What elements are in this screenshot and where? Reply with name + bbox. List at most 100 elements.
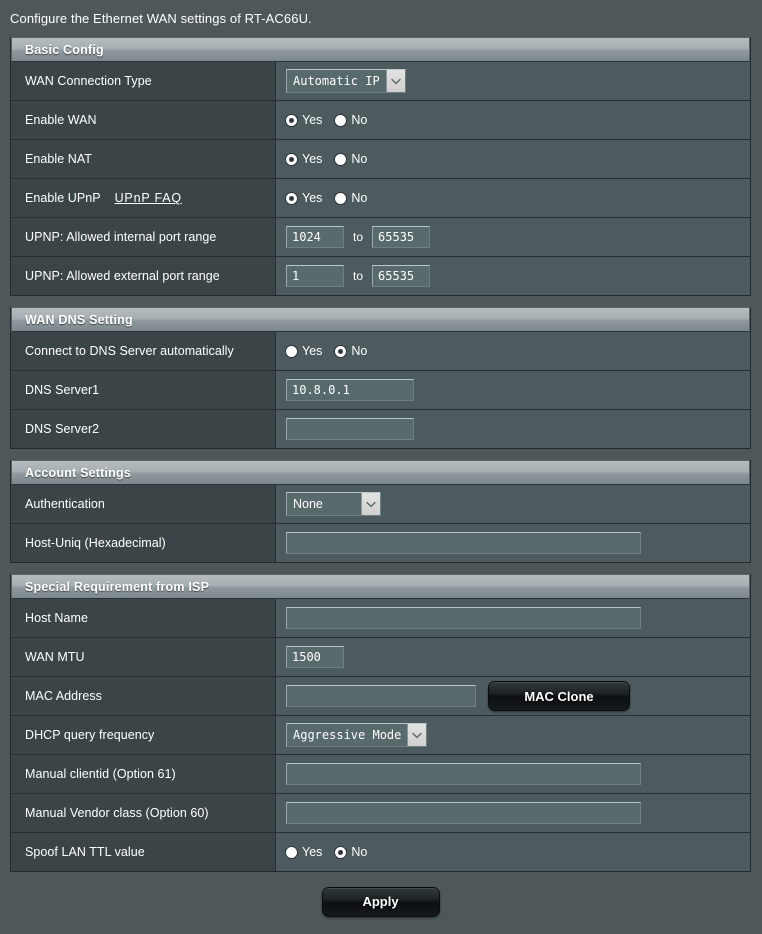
connect-dns-yes-label: Yes bbox=[302, 344, 323, 358]
upnp-internal-range-separator: to bbox=[353, 230, 364, 244]
authentication-select[interactable]: None bbox=[286, 492, 381, 516]
enable-upnp-yes-label: Yes bbox=[302, 191, 323, 205]
row-manual-clientid: Manual clientid (Option 61) bbox=[11, 755, 750, 794]
row-manual-vendor-class: Manual Vendor class (Option 60) bbox=[11, 794, 750, 833]
upnp-internal-port-to-input[interactable] bbox=[372, 226, 431, 248]
host-name-input[interactable] bbox=[286, 607, 641, 629]
value-spoof-lan-ttl: Yes No bbox=[276, 833, 750, 871]
radio-indicator bbox=[335, 192, 347, 204]
value-authentication: None bbox=[276, 485, 750, 523]
manual-clientid-input[interactable] bbox=[286, 763, 641, 785]
value-dns-server2 bbox=[276, 410, 750, 448]
label-enable-upnp: Enable UPnP UPnP FAQ bbox=[11, 179, 276, 217]
enable-nat-yes-label: Yes bbox=[302, 152, 323, 166]
label-wan-mtu: WAN MTU bbox=[11, 638, 276, 676]
radio-indicator bbox=[286, 345, 297, 357]
label-spoof-lan-ttl: Spoof LAN TTL value bbox=[11, 833, 276, 871]
connect-dns-automatically-radio-yes[interactable]: Yes bbox=[286, 344, 322, 358]
label-host-name: Host Name bbox=[11, 599, 276, 637]
row-upnp-internal-port-range: UPNP: Allowed internal port range to bbox=[11, 218, 750, 257]
connect-dns-automatically-radio-no[interactable]: No bbox=[335, 344, 367, 358]
value-host-uniq bbox=[276, 524, 750, 562]
mac-address-input[interactable] bbox=[286, 685, 476, 707]
enable-wan-radio-no[interactable]: No bbox=[335, 113, 367, 127]
upnp-internal-port-from-input[interactable] bbox=[286, 226, 344, 248]
section-header-basic-config: Basic Config bbox=[11, 37, 750, 62]
spoof-lan-ttl-radio-no[interactable]: No bbox=[335, 845, 367, 859]
value-wan-connection-type: Automatic IP bbox=[276, 62, 750, 100]
row-dhcp-query-frequency: DHCP query frequency Aggressive Mode bbox=[11, 716, 750, 755]
section-special-requirement-from-isp: Special Requirement from ISP Host Name W… bbox=[10, 574, 751, 872]
radio-indicator bbox=[286, 114, 297, 126]
manual-vendor-class-input[interactable] bbox=[286, 802, 641, 824]
apply-button[interactable]: Apply bbox=[321, 886, 440, 917]
section-header-account-settings: Account Settings bbox=[11, 460, 750, 485]
label-dns-server1: DNS Server1 bbox=[11, 371, 276, 409]
dns-server2-input[interactable] bbox=[286, 418, 414, 440]
row-dns-server1: DNS Server1 bbox=[11, 371, 750, 410]
row-connect-dns-automatically: Connect to DNS Server automatically Yes … bbox=[11, 332, 750, 371]
wan-connection-type-value: Automatic IP bbox=[293, 74, 380, 88]
row-host-uniq: Host-Uniq (Hexadecimal) bbox=[11, 524, 750, 562]
label-upnp-internal-port-range: UPNP: Allowed internal port range bbox=[11, 218, 276, 256]
radio-indicator bbox=[335, 153, 347, 165]
row-host-name: Host Name bbox=[11, 599, 750, 638]
section-basic-config: Basic Config WAN Connection Type Automat… bbox=[10, 37, 751, 296]
label-dns-server2: DNS Server2 bbox=[11, 410, 276, 448]
value-dns-server1 bbox=[276, 371, 750, 409]
chevron-down-icon bbox=[407, 724, 427, 746]
dns-server1-input[interactable] bbox=[286, 379, 414, 401]
value-mac-address: MAC Clone bbox=[276, 677, 750, 715]
enable-wan-yes-label: Yes bbox=[302, 113, 323, 127]
upnp-external-range-separator: to bbox=[353, 269, 364, 283]
label-authentication: Authentication bbox=[11, 485, 276, 523]
value-enable-wan: Yes No bbox=[276, 101, 750, 139]
mac-clone-button[interactable]: MAC Clone bbox=[488, 681, 630, 711]
dhcp-query-frequency-select[interactable]: Aggressive Mode bbox=[286, 723, 428, 747]
enable-nat-radio-yes[interactable]: Yes bbox=[286, 152, 322, 166]
label-enable-nat: Enable NAT bbox=[11, 140, 276, 178]
spoof-lan-ttl-radio-yes[interactable]: Yes bbox=[286, 845, 322, 859]
radio-indicator bbox=[335, 345, 347, 357]
label-host-uniq: Host-Uniq (Hexadecimal) bbox=[11, 524, 276, 562]
enable-upnp-radio-yes[interactable]: Yes bbox=[286, 191, 322, 205]
connect-dns-automatically-radio-group: Yes No bbox=[286, 344, 367, 358]
label-dhcp-query-frequency: DHCP query frequency bbox=[11, 716, 276, 754]
label-connect-dns-automatically: Connect to DNS Server automatically bbox=[11, 332, 276, 370]
value-enable-nat: Yes No bbox=[276, 140, 750, 178]
label-enable-wan: Enable WAN bbox=[11, 101, 276, 139]
upnp-faq-link[interactable]: UPnP FAQ bbox=[115, 191, 182, 205]
enable-wan-radio-group: Yes No bbox=[286, 113, 367, 127]
enable-nat-no-label: No bbox=[351, 152, 368, 166]
connect-dns-no-label: No bbox=[351, 344, 368, 358]
label-manual-vendor-class: Manual Vendor class (Option 60) bbox=[11, 794, 276, 832]
section-header-wan-dns-setting: WAN DNS Setting bbox=[11, 307, 750, 332]
value-upnp-external-port-range: to bbox=[276, 257, 750, 295]
value-host-name bbox=[276, 599, 750, 637]
wan-connection-type-select[interactable]: Automatic IP bbox=[286, 69, 406, 93]
row-enable-wan: Enable WAN Yes No bbox=[11, 101, 750, 140]
row-upnp-external-port-range: UPNP: Allowed external port range to bbox=[11, 257, 750, 295]
section-wan-dns-setting: WAN DNS Setting Connect to DNS Server au… bbox=[10, 307, 751, 449]
page-intro-text: Configure the Ethernet WAN settings of R… bbox=[10, 11, 312, 26]
upnp-external-port-from-input[interactable] bbox=[286, 265, 344, 287]
value-manual-clientid bbox=[276, 755, 750, 793]
enable-wan-radio-yes[interactable]: Yes bbox=[286, 113, 322, 127]
enable-upnp-radio-no[interactable]: No bbox=[335, 191, 367, 205]
radio-indicator bbox=[286, 153, 297, 165]
wan-mtu-input[interactable] bbox=[286, 646, 344, 668]
enable-nat-radio-group: Yes No bbox=[286, 152, 367, 166]
enable-upnp-no-label: No bbox=[351, 191, 368, 205]
host-uniq-input[interactable] bbox=[286, 532, 641, 554]
enable-wan-no-label: No bbox=[351, 113, 368, 127]
radio-indicator bbox=[286, 192, 297, 204]
value-upnp-internal-port-range: to bbox=[276, 218, 750, 256]
authentication-value: None bbox=[293, 497, 323, 511]
section-header-special-requirement-from-isp: Special Requirement from ISP bbox=[11, 574, 750, 599]
enable-nat-radio-no[interactable]: No bbox=[335, 152, 367, 166]
value-manual-vendor-class bbox=[276, 794, 750, 832]
dhcp-query-frequency-value: Aggressive Mode bbox=[293, 728, 402, 742]
value-wan-mtu bbox=[276, 638, 750, 676]
upnp-external-port-to-input[interactable] bbox=[372, 265, 431, 287]
row-enable-nat: Enable NAT Yes No bbox=[11, 140, 750, 179]
